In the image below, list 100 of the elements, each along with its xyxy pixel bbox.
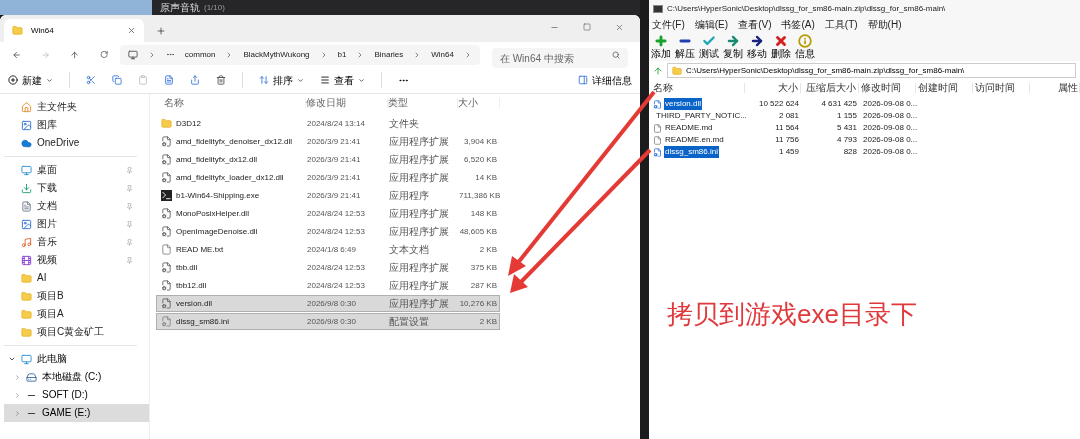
menu-item[interactable]: 书签(A) [781,19,815,30]
file-icon [161,244,172,255]
cut-icon[interactable] [86,75,96,85]
sidebar-item[interactable]: 此电脑 [4,350,149,368]
sidebar-item[interactable]: 图库 [4,116,137,134]
drive-item[interactable]: 本地磁盘 (C:) [4,368,149,386]
menu-item[interactable]: 工具(T) [824,19,858,30]
toolbar-button[interactable]: 添加 [651,34,671,59]
file-row[interactable]: tbb.dll 2024/8/24 12:53 应用程序扩展 375 KB [156,259,500,276]
drive-item[interactable]: SOFT (D:) [4,386,149,404]
toolbar-button[interactable]: 解压 [675,34,695,59]
sidebar-item[interactable]: OneDrive [4,134,137,152]
column-header[interactable]: 大小 [745,83,801,93]
file-row[interactable]: amd_fidelityfx_loader_dx12.dll 2026/3/9 21:41 应用程序扩展 14 KB [156,169,500,186]
sidebar-item[interactable]: 下载 [4,179,137,197]
column-header[interactable]: 压缩后大小 [801,83,859,93]
copy-icon[interactable] [112,75,122,85]
type-cell-text: 应用程序扩展 [389,298,450,309]
drive-item[interactable]: GAME (E:) [4,404,149,422]
refresh-icon[interactable] [99,50,108,59]
file-gear-icon [161,262,172,273]
column-header[interactable]: 大小 [458,98,500,108]
file-row[interactable]: b1-Win64-Shipping.exe 2026/3/9 21:41 应用程序 711,386 KB [156,187,500,204]
file-gear-icon [161,298,172,309]
sidebar-item[interactable]: 项目A [4,305,137,323]
toolbar-button[interactable]: 移动 [747,34,767,59]
details-button[interactable]: 详细信息 [578,72,632,88]
delete-icon[interactable] [216,75,226,85]
breadcrumb[interactable]: BlackMythWukong [243,48,310,61]
sidebar-item[interactable]: 项目C黄金矿工 [4,323,137,341]
column-header[interactable]: 修改日期 [306,98,388,108]
size-cell-text: 11 564 [774,122,800,134]
breadcrumb[interactable]: Binaries [374,48,404,61]
file-name[interactable]: THIRD_PARTY_NOTIC... [655,110,748,122]
path-field[interactable]: C:\Users\HyperSonic\Desktop\dlssg_for_sm86-main.zip\dlssg_for_sm86-main\ [667,63,1076,78]
paste-icon[interactable] [138,75,148,85]
back-icon[interactable] [12,49,22,60]
track-title: 原声音轨 [160,2,200,13]
search-field[interactable]: 在 Win64 中搜索 [491,48,628,68]
file-name[interactable]: README.md [664,122,714,134]
up-icon[interactable] [70,49,80,60]
column-header[interactable]: 访问时间 [973,83,1030,93]
close-icon[interactable] [615,23,624,32]
file-row[interactable]: amd_fidelityfx_denoiser_dx12.dll 2026/3/9 21:41 应用程序扩展 3,904 KB [156,133,500,150]
maximize-icon[interactable] [583,23,591,31]
type-cell-text: 应用程序扩展 [389,154,450,165]
window-tab[interactable]: Win64 [4,19,144,42]
menu-item[interactable]: 编辑(E) [694,19,729,30]
breadcrumb[interactable]: b1 [337,48,347,61]
file-row[interactable]: version.dll 2026/9/8 0:30 应用程序扩展 10,276 KB [156,295,500,312]
view-button[interactable]: 查看 [320,72,365,88]
column-header[interactable]: 名称 [156,98,306,108]
size-cell: 10,276 KB [459,297,497,310]
sidebar-item[interactable]: 图片 [4,215,137,233]
cloud-icon [21,137,32,149]
sidebar-item[interactable]: 项目B [4,287,137,305]
file-gear-icon [653,147,662,157]
up-folder-icon[interactable] [653,65,663,76]
column-header[interactable]: 创建时间 [916,83,973,93]
menu-item[interactable]: 文件(F) [652,19,685,30]
breadcrumb[interactable]: common [184,48,216,61]
new-tab-icon[interactable] [156,26,166,36]
file-row[interactable]: D3D12 2024/8/24 13:14 文件夹 [156,115,500,132]
sidebar-item[interactable]: 桌面 [4,161,137,179]
column-header[interactable]: 修改时间 [859,83,916,93]
file-row[interactable]: OpenImageDenoise.dll 2024/8/24 12:53 应用程序扩展 48,605 KB [156,223,500,240]
address-bar[interactable]: common BlackMythWukong b1 Binaries Win64 [119,44,480,65]
file-name[interactable]: README.en.md [664,134,725,146]
menu-item[interactable]: 帮助(H) [867,19,902,30]
video-icon [21,254,32,266]
column-header[interactable]: 名称 [649,83,745,93]
type-cell-text: 文件夹 [389,118,420,129]
type-cell-text: 应用程序扩展 [389,208,450,219]
file-row[interactable]: dlssg_sm86.ini 2026/9/8 0:30 配置设置 2 KB [156,313,500,330]
toolbar-button[interactable]: 测试 [699,34,719,59]
file-row[interactable]: tbb12.dll 2024/8/24 12:53 应用程序扩展 287 KB [156,277,500,294]
close-icon[interactable] [127,26,136,35]
size-cell: 48,605 KB [459,225,497,238]
file-name[interactable]: version.dll [664,98,702,110]
file-row[interactable]: MonoPosixHelper.dll 2024/8/24 12:53 应用程序扩展 148 KB [156,205,500,222]
file-name[interactable]: dlssg_sm86.ini [664,146,719,158]
sidebar-item[interactable]: 音乐 [4,233,137,251]
sort-button[interactable]: 排序 [259,72,304,88]
column-header[interactable]: 类型 [388,98,458,108]
sidebar-item[interactable]: 文档 [4,197,137,215]
toolbar-button[interactable]: 信息 [795,34,815,59]
rename-icon[interactable] [164,75,174,85]
sidebar-item[interactable]: 视频 [4,251,137,269]
menu-item[interactable]: 查看(V) [738,19,772,30]
column-header[interactable]: 属性 [1030,83,1080,93]
breadcrumb[interactable]: Win64 [431,48,454,61]
sidebar-item[interactable]: AI [4,269,137,287]
toolbar-button[interactable]: 复制 [723,34,743,59]
size-cell-text: 148 KB [469,207,497,220]
share-icon[interactable] [190,75,200,85]
file-row[interactable]: amd_fidelityfx_dx12.dll 2026/3/9 21:41 应用程序扩展 6,520 KB [156,151,500,168]
sidebar-item[interactable]: 主文件夹 [4,98,137,116]
file-row[interactable]: READ ME.txt 2024/1/8 6:49 文本文档 2 KB [156,241,500,258]
new-button[interactable]: 新建 [8,72,53,88]
toolbar-button[interactable]: 删除 [771,34,791,59]
